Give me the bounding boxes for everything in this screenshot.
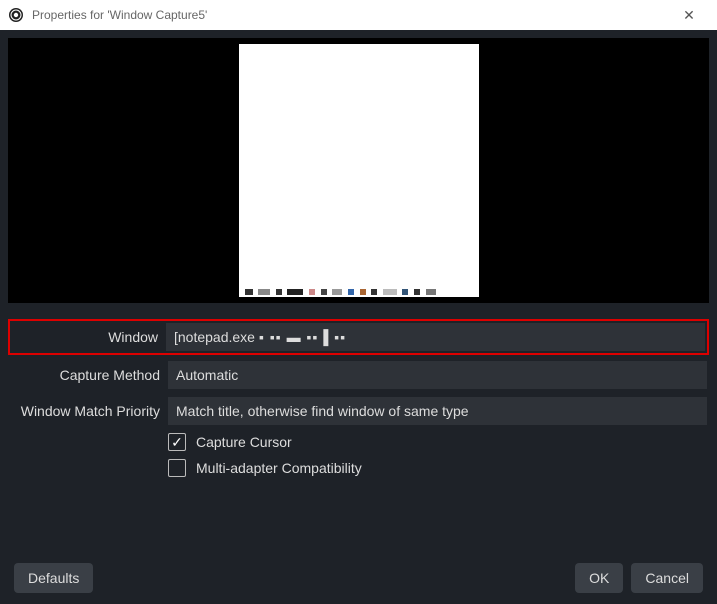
capture-method-value: Automatic bbox=[176, 367, 238, 383]
window-row-highlighted: Window [notepad.exe ▪ ▪▪ ▬ ▪▪ ▌▪▪ bbox=[8, 319, 709, 355]
preview-taskbar-strip bbox=[245, 283, 473, 293]
ok-button[interactable]: OK bbox=[575, 563, 623, 593]
match-priority-row: Window Match Priority Match title, other… bbox=[10, 397, 707, 425]
window-select[interactable]: [notepad.exe ▪ ▪▪ ▬ ▪▪ ▌▪▪ bbox=[166, 323, 705, 351]
footer: Defaults OK Cancel bbox=[0, 552, 717, 604]
capture-cursor-row: Capture Cursor bbox=[10, 433, 707, 451]
capture-method-label: Capture Method bbox=[10, 367, 160, 383]
capture-cursor-label: Capture Cursor bbox=[196, 434, 292, 450]
close-icon[interactable]: ✕ bbox=[669, 7, 709, 24]
cancel-button[interactable]: Cancel bbox=[631, 563, 703, 593]
match-priority-label: Window Match Priority bbox=[10, 403, 160, 419]
capture-method-select[interactable]: Automatic bbox=[168, 361, 707, 389]
dialog-body: Window [notepad.exe ▪ ▪▪ ▬ ▪▪ ▌▪▪ Captur… bbox=[0, 30, 717, 552]
preview-area bbox=[8, 38, 709, 303]
match-priority-select[interactable]: Match title, otherwise find window of sa… bbox=[168, 397, 707, 425]
window-select-obscured: ▪ ▪▪ ▬ ▪▪ ▌▪▪ bbox=[259, 329, 346, 345]
capture-method-row: Capture Method Automatic bbox=[10, 361, 707, 389]
window-title: Properties for 'Window Capture5' bbox=[32, 8, 669, 22]
properties-dialog: Properties for 'Window Capture5' ✕ bbox=[0, 0, 717, 604]
multi-adapter-row: Multi-adapter Compatibility bbox=[10, 459, 707, 477]
defaults-button[interactable]: Defaults bbox=[14, 563, 93, 593]
titlebar: Properties for 'Window Capture5' ✕ bbox=[0, 0, 717, 30]
multi-adapter-checkbox[interactable] bbox=[168, 459, 186, 477]
multi-adapter-label: Multi-adapter Compatibility bbox=[196, 460, 362, 476]
window-label: Window bbox=[10, 329, 158, 345]
obs-app-icon bbox=[8, 7, 24, 23]
window-select-value: [notepad.exe bbox=[174, 329, 255, 345]
capture-cursor-checkbox[interactable] bbox=[168, 433, 186, 451]
match-priority-value: Match title, otherwise find window of sa… bbox=[176, 403, 469, 419]
capture-preview bbox=[239, 44, 479, 297]
form-area: Window [notepad.exe ▪ ▪▪ ▬ ▪▪ ▌▪▪ Captur… bbox=[0, 311, 717, 477]
